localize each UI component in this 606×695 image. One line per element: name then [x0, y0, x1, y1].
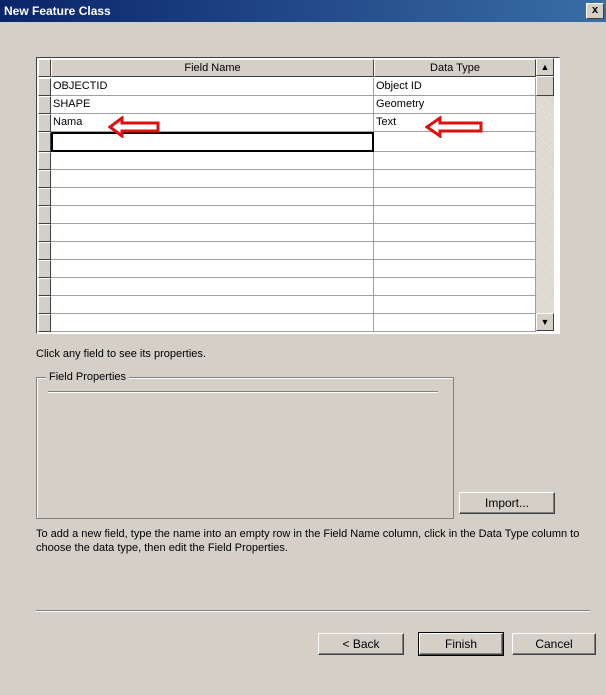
window-title: New Feature Class	[4, 4, 111, 18]
row-selector[interactable]	[38, 242, 51, 260]
scroll-up-button[interactable]: ▲	[536, 58, 554, 76]
scroll-thumb[interactable]	[536, 76, 554, 96]
row-selector[interactable]	[38, 132, 51, 152]
row-selector[interactable]	[38, 96, 51, 114]
bottom-separator	[36, 610, 590, 612]
red-arrow-icon	[108, 116, 160, 138]
finish-button[interactable]: Finish	[418, 632, 504, 656]
field-name-cell[interactable]	[51, 224, 374, 242]
row-selector[interactable]	[38, 188, 51, 206]
field-name-cell[interactable]	[51, 152, 374, 170]
data-type-cell[interactable]	[374, 224, 536, 242]
field-name-cell[interactable]: OBJECTID	[51, 78, 374, 96]
row-selector[interactable]	[38, 224, 51, 242]
field-name-cell[interactable]	[51, 188, 374, 206]
field-name-cell[interactable]	[51, 314, 374, 332]
fields-grid[interactable]: Field Name Data Type OBJECTID Object ID …	[36, 57, 560, 334]
arrow-shape	[425, 116, 483, 138]
field-properties-legend: Field Properties	[46, 371, 130, 383]
field-name-cell-active[interactable]	[51, 132, 374, 152]
field-name-cell[interactable]	[51, 206, 374, 224]
back-button[interactable]: < Back	[318, 633, 404, 655]
row-selector[interactable]	[38, 114, 51, 132]
info-text: To add a new field, type the name into a…	[36, 528, 580, 554]
data-type-cell[interactable]	[374, 278, 536, 296]
vertical-scrollbar[interactable]: ▲ ▼	[536, 58, 554, 331]
data-type-cell[interactable]: Object ID	[374, 78, 536, 96]
field-name-cell[interactable]	[51, 278, 374, 296]
row-selector[interactable]	[38, 206, 51, 224]
arrow-shape	[108, 116, 160, 138]
data-type-cell[interactable]	[374, 260, 536, 278]
row-selector[interactable]	[38, 296, 51, 314]
data-type-cell[interactable]	[374, 296, 536, 314]
close-button[interactable]: x	[586, 3, 604, 19]
data-type-cell[interactable]: Geometry	[374, 96, 536, 114]
title-bar: New Feature Class x	[0, 0, 606, 22]
properties-divider	[48, 391, 438, 393]
row-selector[interactable]	[38, 170, 51, 188]
hint-text: Click any field to see its properties.	[36, 348, 206, 360]
column-header-field-name[interactable]: Field Name	[51, 59, 374, 77]
data-type-cell[interactable]	[374, 242, 536, 260]
field-name-cell[interactable]	[51, 260, 374, 278]
field-name-cell[interactable]: SHAPE	[51, 96, 374, 114]
field-name-cell[interactable]	[51, 296, 374, 314]
row-selector[interactable]	[38, 278, 51, 296]
data-type-cell[interactable]	[374, 170, 536, 188]
row-selector[interactable]	[38, 260, 51, 278]
column-header-data-type[interactable]: Data Type	[374, 59, 536, 77]
data-type-cell[interactable]	[374, 206, 536, 224]
field-name-cell[interactable]	[51, 242, 374, 260]
scroll-down-button[interactable]: ▼	[536, 313, 554, 331]
import-button-label: Import...	[484, 496, 529, 510]
field-properties-group	[36, 377, 454, 519]
grid-corner-header	[38, 59, 51, 77]
row-selector[interactable]	[38, 152, 51, 170]
data-type-cell[interactable]	[374, 188, 536, 206]
red-arrow-icon	[425, 116, 483, 138]
field-name-cell[interactable]	[51, 170, 374, 188]
cancel-button[interactable]: Cancel	[512, 633, 596, 655]
field-name-cell[interactable]: Nama	[51, 114, 374, 132]
import-button[interactable]: Import...	[459, 492, 555, 514]
data-type-cell[interactable]	[374, 314, 536, 332]
row-selector[interactable]	[38, 314, 51, 332]
data-type-cell[interactable]	[374, 152, 536, 170]
row-selector[interactable]	[38, 78, 51, 96]
